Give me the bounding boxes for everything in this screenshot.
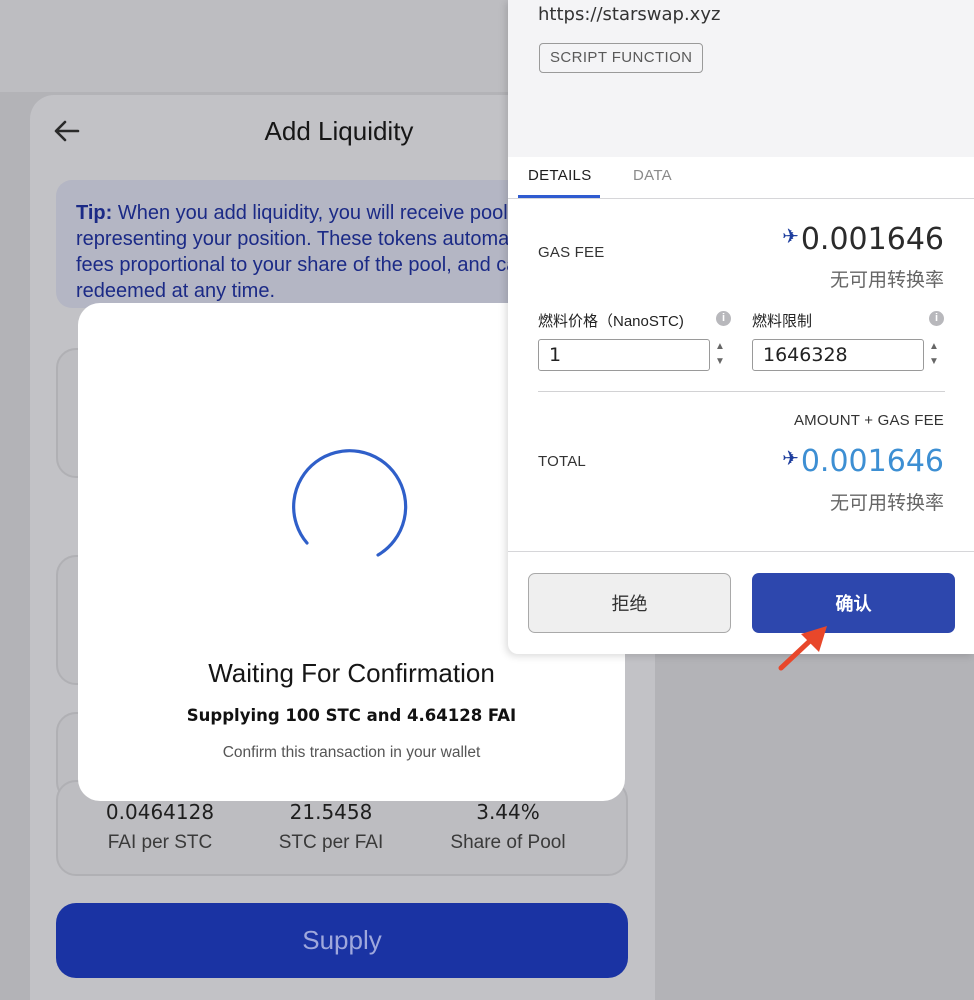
stat-label: STC per FAI [278, 832, 384, 853]
total-value: 0.001646 [800, 444, 944, 479]
stat-fai-per-stc: 0.0464128 FAI per STC [70, 800, 250, 854]
total-label: TOTAL [538, 453, 586, 470]
stat-label: FAI per STC [107, 832, 213, 853]
transaction-type-badge: SCRIPT FUNCTION [539, 43, 704, 73]
gas-limit-stepper[interactable]: ▲ ▼ [924, 339, 944, 371]
gas-fee-amount: ✈0.001646 [782, 222, 944, 257]
stc-token-icon: ✈ [782, 446, 799, 470]
gas-price-label: 燃料价格（NanoSTC) [538, 313, 684, 330]
gas-limit-input[interactable]: 1646328 [752, 339, 924, 371]
stc-token-icon: ✈ [782, 224, 799, 248]
origin-url: https://starswap.xyz [538, 4, 721, 25]
pointer-arrow-icon [778, 626, 827, 671]
active-tab-indicator [518, 195, 600, 198]
gas-fee-label: GAS FEE [538, 244, 605, 261]
gas-fee-value: 0.001646 [800, 222, 944, 257]
back-arrow-icon[interactable] [52, 116, 82, 146]
chevron-down-icon[interactable]: ▼ [924, 354, 944, 369]
tab-details[interactable]: DETAILS [528, 167, 592, 184]
stat-value: 0.0464128 [105, 800, 215, 824]
loading-spinner-icon [292, 449, 408, 557]
tab-data[interactable]: DATA [633, 167, 672, 184]
wallet-popup: https://starswap.xyz SCRIPT FUNCTION DET… [508, 0, 974, 654]
footer-divider [508, 551, 974, 552]
stat-value: 3.44% [476, 800, 540, 824]
reject-button[interactable]: 拒绝 [528, 573, 731, 633]
chevron-up-icon[interactable]: ▲ [924, 339, 944, 354]
info-icon[interactable]: i [929, 311, 944, 326]
gas-price-stepper[interactable]: ▲ ▼ [710, 339, 730, 371]
gas-limit-label: 燃料限制 [752, 313, 813, 330]
supply-button[interactable]: Supply [56, 903, 628, 978]
total-amount: ✈0.001646 [782, 444, 944, 479]
stat-value: 21.5458 [289, 800, 373, 824]
gas-fee-conversion: 无可用转换率 [829, 269, 944, 291]
total-conversion: 无可用转换率 [829, 492, 944, 514]
stat-stc-per-fai: 21.5458 STC per FAI [241, 800, 421, 854]
section-divider [538, 391, 945, 392]
stat-label: Share of Pool [450, 832, 566, 853]
amount-gas-label: AMOUNT + GAS FEE [793, 412, 944, 429]
modal-subtitle: Supplying 100 STC and 4.64128 FAI [186, 706, 517, 725]
tip-label: Tip: [76, 202, 113, 224]
chevron-up-icon[interactable]: ▲ [710, 339, 730, 354]
stat-share-of-pool: 3.44% Share of Pool [418, 800, 598, 854]
modal-hint: Confirm this transaction in your wallet [222, 744, 481, 761]
chevron-down-icon[interactable]: ▼ [710, 354, 730, 369]
info-icon[interactable]: i [716, 311, 731, 326]
page-title: Add Liquidity [264, 116, 414, 146]
modal-title: Waiting For Confirmation [208, 658, 495, 688]
gas-price-input[interactable]: 1 [538, 339, 710, 371]
wallet-tabs: DETAILS DATA [508, 157, 974, 199]
